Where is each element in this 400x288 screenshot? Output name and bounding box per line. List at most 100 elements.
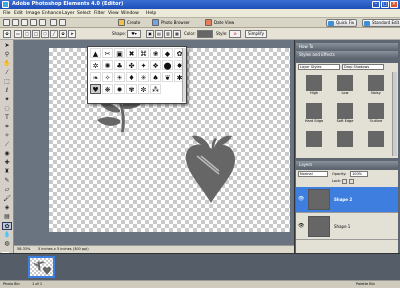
- shape-option[interactable]: ✤: [126, 60, 137, 70]
- add-shape-icon[interactable]: ▣: [146, 30, 154, 38]
- menu-enhance[interactable]: Enhance: [42, 11, 61, 16]
- styles-category-dropdown[interactable]: Layer Styles: [298, 64, 340, 70]
- shape-picker-button[interactable]: ♥▾: [127, 30, 141, 38]
- blur-tool-icon[interactable]: 💧: [2, 231, 12, 239]
- styles-type-dropdown[interactable]: Drop Shadows: [342, 64, 384, 70]
- shape-option[interactable]: ⌘: [138, 48, 149, 58]
- style-swatch[interactable]: Soft Edge: [331, 101, 359, 128]
- menu-filter[interactable]: Filter: [94, 11, 105, 16]
- marquee-icon[interactable]: ⬚: [2, 78, 12, 86]
- shape-option[interactable]: ▣: [114, 48, 125, 58]
- date-view-button[interactable]: Date View: [214, 20, 234, 25]
- shape-option[interactable]: ✦: [138, 60, 149, 70]
- visibility-eye-icon[interactable]: 👁: [298, 223, 304, 229]
- shape-option[interactable]: ✺: [102, 60, 113, 70]
- rectangle-shape-icon[interactable]: ▭: [14, 30, 22, 38]
- email-icon[interactable]: [39, 19, 46, 26]
- eraser-icon[interactable]: ▱: [2, 186, 12, 194]
- menu-window[interactable]: Window: [121, 11, 139, 16]
- tool-preset-icon[interactable]: ✿: [3, 30, 11, 38]
- create-button[interactable]: Create: [127, 20, 140, 25]
- heart-shape[interactable]: [185, 135, 235, 203]
- zoom-tool-icon[interactable]: ⚲: [2, 51, 12, 59]
- shape-option[interactable]: ✾: [126, 84, 137, 94]
- gradient-icon[interactable]: ▤: [2, 213, 12, 221]
- open-icon[interactable]: [12, 19, 19, 26]
- layers-header[interactable]: Layers: [296, 161, 398, 168]
- photo-bin-toggle[interactable]: Photo Bin: [3, 282, 20, 286]
- paint-bucket-icon[interactable]: ◈: [2, 204, 12, 212]
- menu-help[interactable]: Help: [146, 11, 156, 16]
- create-icon[interactable]: [118, 19, 125, 26]
- style-swatch[interactable]: Hard Edge: [300, 101, 328, 128]
- hand-tool-icon[interactable]: ✋: [2, 60, 12, 68]
- polygon-icon[interactable]: ⬡: [41, 30, 49, 38]
- shape-option[interactable]: ❋: [102, 84, 113, 94]
- quick-fix-button[interactable]: Quick Fix: [326, 19, 358, 27]
- layer-name[interactable]: Shape 1: [334, 224, 350, 229]
- intersect-shape-icon[interactable]: ▥: [164, 30, 172, 38]
- healing-brush-icon[interactable]: ✚: [2, 159, 12, 167]
- date-view-icon[interactable]: [205, 19, 212, 26]
- visibility-eye-icon[interactable]: 👁: [298, 196, 304, 202]
- shape-option[interactable]: ♣: [114, 60, 125, 70]
- style-swatch[interactable]: Outline: [362, 101, 390, 128]
- style-swatch[interactable]: Low: [331, 73, 359, 100]
- shape-option[interactable]: ♥: [90, 84, 101, 94]
- shape-option[interactable]: ♠: [150, 72, 161, 82]
- shape-option[interactable]: ❧: [90, 72, 101, 82]
- brush-icon[interactable]: 🖌: [2, 195, 12, 203]
- clone-stamp-icon[interactable]: ♜: [2, 168, 12, 176]
- menu-image[interactable]: Image: [26, 11, 40, 16]
- photo-browser-button[interactable]: Photo Browser: [161, 20, 190, 25]
- shape-option[interactable]: ✲: [90, 60, 101, 70]
- simplify-button[interactable]: Simplify: [245, 30, 267, 38]
- selection-brush-icon[interactable]: ◌: [2, 105, 12, 113]
- photo-browser-icon[interactable]: [152, 19, 159, 26]
- menu-view[interactable]: View: [108, 11, 119, 16]
- menu-layer[interactable]: Layer: [62, 11, 75, 16]
- minimize-icon[interactable]: –: [372, 1, 380, 8]
- undo-icon[interactable]: [50, 19, 57, 26]
- style-swatch[interactable]: High: [300, 73, 328, 100]
- shape-option[interactable]: ❖: [150, 60, 161, 70]
- shape-option[interactable]: ✳: [138, 72, 149, 82]
- magic-wand-icon[interactable]: ✦: [2, 96, 12, 104]
- pencil-icon[interactable]: ✎: [2, 177, 12, 185]
- shape-option[interactable]: ❦: [162, 72, 173, 82]
- styles-effects-header[interactable]: Styles and Effects: [296, 51, 398, 58]
- type-tool-icon[interactable]: T: [2, 114, 12, 122]
- lock-transparency-icon[interactable]: [342, 179, 347, 184]
- blend-mode-dropdown[interactable]: Normal: [298, 171, 328, 177]
- shape-option[interactable]: ✼: [138, 84, 149, 94]
- style-picker-button[interactable]: ⊘: [229, 30, 241, 38]
- shape-option[interactable]: ◆: [162, 48, 173, 58]
- style-swatch[interactable]: [300, 129, 328, 156]
- red-eye-icon[interactable]: ◉: [2, 150, 12, 158]
- how-to-header[interactable]: How To: [296, 43, 398, 50]
- shape-option[interactable]: ♦: [126, 72, 137, 82]
- menu-select[interactable]: Select: [77, 11, 91, 16]
- rounded-rect-icon[interactable]: ▢: [23, 30, 31, 38]
- custom-shape-tool-icon[interactable]: ✿: [2, 222, 12, 230]
- picker-scrollbar[interactable]: [182, 48, 186, 102]
- close-icon[interactable]: ×: [390, 1, 398, 8]
- exclude-shape-icon[interactable]: ▦: [173, 30, 181, 38]
- shape-option[interactable]: ⁂: [150, 84, 161, 94]
- crop-tool-icon[interactable]: ⌗: [2, 123, 12, 131]
- shape-color-swatch[interactable]: [197, 30, 213, 38]
- redo-icon[interactable]: [59, 19, 66, 26]
- subtract-shape-icon[interactable]: ▤: [155, 30, 163, 38]
- cookie-cutter-icon[interactable]: ✧: [2, 132, 12, 140]
- straighten-icon[interactable]: ⟋: [2, 141, 12, 149]
- shape-option[interactable]: ❀: [150, 48, 161, 58]
- shape-option[interactable]: ☀: [114, 72, 125, 82]
- save-icon[interactable]: [21, 19, 28, 26]
- style-swatch[interactable]: [362, 129, 390, 156]
- styles-scrollbar[interactable]: [392, 72, 397, 156]
- menu-file[interactable]: File: [3, 11, 11, 16]
- layer-row-shape-2[interactable]: 👁 Shape 2: [296, 187, 398, 213]
- new-icon[interactable]: [3, 19, 10, 26]
- line-icon[interactable]: ╱: [50, 30, 58, 38]
- print-icon[interactable]: [30, 19, 37, 26]
